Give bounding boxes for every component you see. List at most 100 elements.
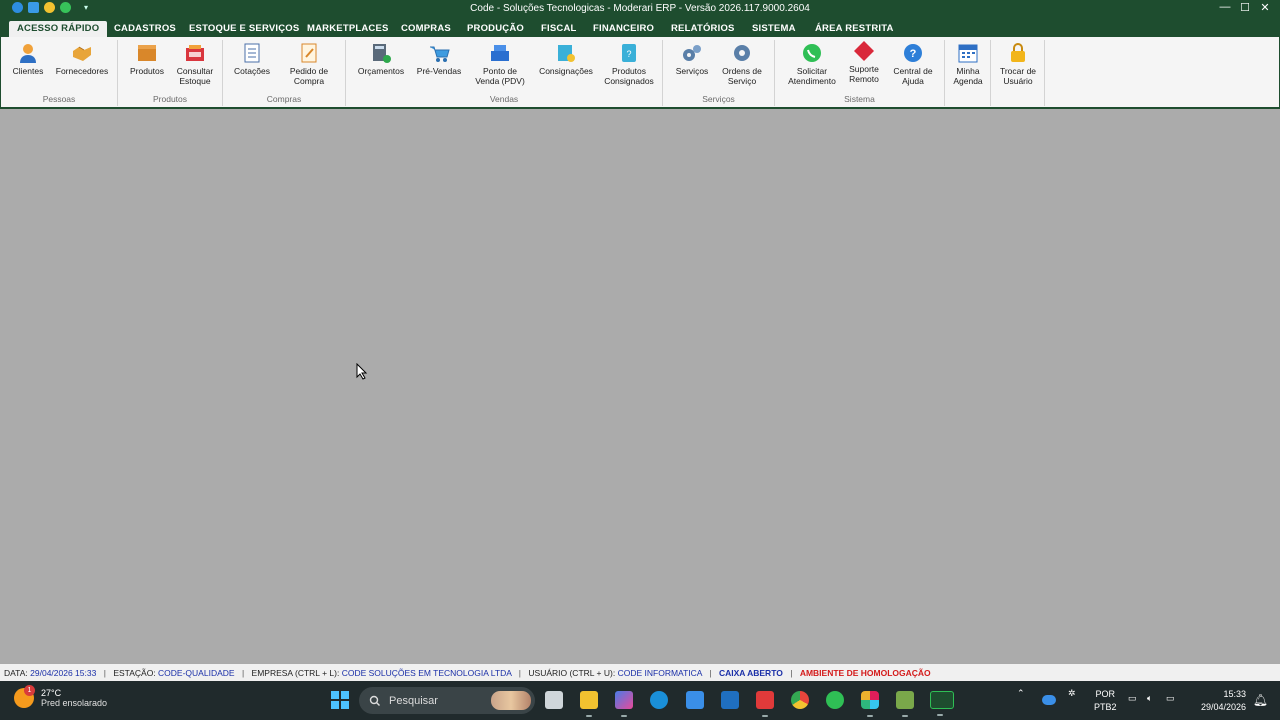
group-label: Vendas (489, 94, 519, 104)
status-user-label: USUÁRIO (CTRL + U): (528, 668, 616, 678)
produtos-button[interactable]: Produtos (126, 42, 168, 76)
search-highlight-image (491, 691, 531, 710)
show-hidden-icons-icon[interactable]: ⌃ (1017, 688, 1025, 699)
produtos-consignados-button[interactable]: ? Produtos Consignados (600, 42, 658, 86)
mouse-cursor-icon (356, 363, 368, 380)
windows-taskbar: 1 27°C Pred ensolarado Pesquisar ⌃ ✲ POR… (0, 681, 1280, 720)
central-ajuda-button[interactable]: ? Central de Ajuda (889, 42, 937, 86)
slack-icon[interactable] (861, 691, 879, 717)
tab-sistema[interactable]: SISTEMA (752, 21, 796, 37)
tab-area-restrita[interactable]: ÁREA RESTRITA (815, 21, 894, 37)
minha-agenda-button[interactable]: Minha Agenda (949, 42, 987, 86)
tab-cadastros[interactable]: CADASTROS (114, 21, 176, 37)
separator: | (790, 668, 793, 678)
group-usuario: Trocar de Usuário (991, 40, 1045, 106)
consignacoes-button[interactable]: Consignações (536, 42, 596, 76)
tab-marketplaces[interactable]: MARKETPLACES (307, 21, 389, 37)
group-label: Compras (266, 94, 302, 104)
weather-description: Pred ensolarado (41, 698, 108, 708)
ordens-servico-button[interactable]: Ordens de Serviço (719, 42, 765, 86)
user-icon (20, 44, 36, 63)
main-workspace[interactable] (0, 109, 1280, 663)
close-button[interactable]: ✕ (1258, 1, 1272, 14)
moderari-erp-icon[interactable] (930, 691, 954, 716)
edge-icon[interactable] (650, 691, 668, 709)
search-icon (369, 695, 380, 706)
suporte-remoto-button[interactable]: Suporte Remoto (843, 40, 885, 84)
sun-icon: 1 (14, 685, 35, 708)
chrome-icon[interactable] (791, 691, 809, 709)
file-explorer-icon[interactable] (580, 691, 598, 717)
status-station-value: CODE-QUALIDADE (158, 668, 235, 678)
menu-tabs: ACESSO RÁPIDO CADASTROS ESTOQUE E SERVIÇ… (0, 18, 1280, 37)
group-label: Pessoas (42, 94, 76, 104)
status-date-value: 29/04/2026 15:33 (30, 668, 97, 678)
whatsapp-taskbar-icon[interactable] (826, 691, 844, 709)
separator: | (103, 668, 106, 678)
pedido-compra-button[interactable]: Pedido de Compra (283, 42, 335, 86)
pdv-button[interactable]: Ponto de Venda (PDV) (472, 42, 528, 86)
environment-badge: AMBIENTE DE HOMOLOGAÇÃO (799, 668, 931, 678)
calculator-icon (373, 44, 391, 63)
tab-acesso-rapido[interactable]: ACESSO RÁPIDO (9, 21, 108, 37)
outlook-icon[interactable] (721, 691, 739, 709)
group-compras: Cotações Pedido de Compra Compras (223, 40, 346, 106)
orcamentos-button[interactable]: Orçamentos (356, 42, 406, 76)
box-icon (138, 45, 156, 61)
tab-fiscal[interactable]: FISCAL (541, 21, 577, 37)
tab-financeiro[interactable]: FINANCEIRO (593, 21, 654, 37)
consultar-estoque-button[interactable]: Consultar Estoque (172, 42, 218, 86)
pre-vendas-button[interactable]: Pré-Vendas (414, 42, 464, 76)
group-servicos: Serviços Ordens de Serviço Serviços (663, 40, 775, 106)
taskbar-search[interactable]: Pesquisar (359, 687, 535, 714)
notification-badge: 1 (24, 685, 35, 696)
tab-compras[interactable]: COMPRAS (401, 21, 451, 37)
microsoft-365-icon[interactable] (615, 691, 633, 717)
calendar-icon (958, 44, 978, 63)
slack-tray-icon[interactable]: ✲ (1068, 688, 1076, 699)
anydesk-icon[interactable] (756, 691, 774, 717)
weather-temperature: 27°C (41, 688, 62, 698)
minimize-button[interactable]: — (1218, 1, 1232, 14)
battery-icon[interactable]: ▭ (1166, 693, 1175, 704)
solicitar-atendimento-button[interactable]: Solicitar Atendimento (783, 42, 841, 86)
notepad-icon[interactable] (896, 691, 914, 717)
tab-relatorios[interactable]: RELATÓRIOS (671, 21, 735, 37)
status-company-value[interactable]: CODE SOLUÇÕES EM TECNOLOGIA LTDA (342, 668, 512, 678)
group-label: Serviços (702, 94, 735, 104)
notification-bell-icon[interactable]: 🔔︎ (1253, 693, 1268, 707)
maximize-button[interactable]: ☐ (1238, 1, 1252, 14)
tab-producao[interactable]: PRODUÇÃO (467, 21, 524, 37)
clientes-button[interactable]: Clientes (9, 42, 47, 76)
system-clock[interactable]: 15:33 29/04/2026 (1201, 688, 1246, 714)
ribbon: Clientes Fornecedores Pessoas Produtos C… (0, 37, 1280, 109)
cotacoes-button[interactable]: Cotações (231, 42, 273, 76)
onedrive-icon[interactable] (1042, 695, 1056, 705)
store-icon[interactable] (686, 691, 704, 709)
stock-icon (186, 45, 204, 61)
group-produtos: Produtos Consultar Estoque Produtos (118, 40, 223, 106)
weather-widget[interactable]: 1 27°C Pred ensolarado (14, 685, 108, 708)
svg-text:?: ? (626, 49, 631, 59)
volume-icon[interactable]: 🔈︎ (1147, 693, 1152, 704)
separator: | (709, 668, 712, 678)
status-user-value[interactable]: CODE INFORMATICA (618, 668, 702, 678)
language-indicator[interactable]: POR PTB2 (1094, 688, 1117, 714)
servicos-button[interactable]: Serviços (671, 42, 713, 76)
trocar-usuario-button[interactable]: Trocar de Usuário (995, 42, 1041, 86)
tab-estoque-servicos[interactable]: ESTOQUE E SERVIÇOS (189, 21, 299, 37)
cash-register-icon (491, 45, 509, 61)
network-icon[interactable]: ▭ (1128, 693, 1137, 704)
gears-icon (683, 45, 701, 61)
status-company-label: EMPRESA (CTRL + L): (251, 668, 340, 678)
task-view-icon[interactable] (545, 691, 563, 709)
remote-support-icon (854, 41, 874, 61)
group-label: Sistema (844, 94, 875, 104)
separator: | (241, 668, 245, 678)
group-pessoas: Clientes Fornecedores Pessoas (1, 40, 118, 106)
list-icon (244, 43, 260, 63)
fornecedores-button[interactable]: Fornecedores (53, 42, 111, 76)
group-vendas: Orçamentos Pré-Vendas Ponto de Venda (PDV… (346, 40, 663, 106)
start-button[interactable] (331, 691, 349, 709)
help-icon: ? (904, 44, 922, 62)
